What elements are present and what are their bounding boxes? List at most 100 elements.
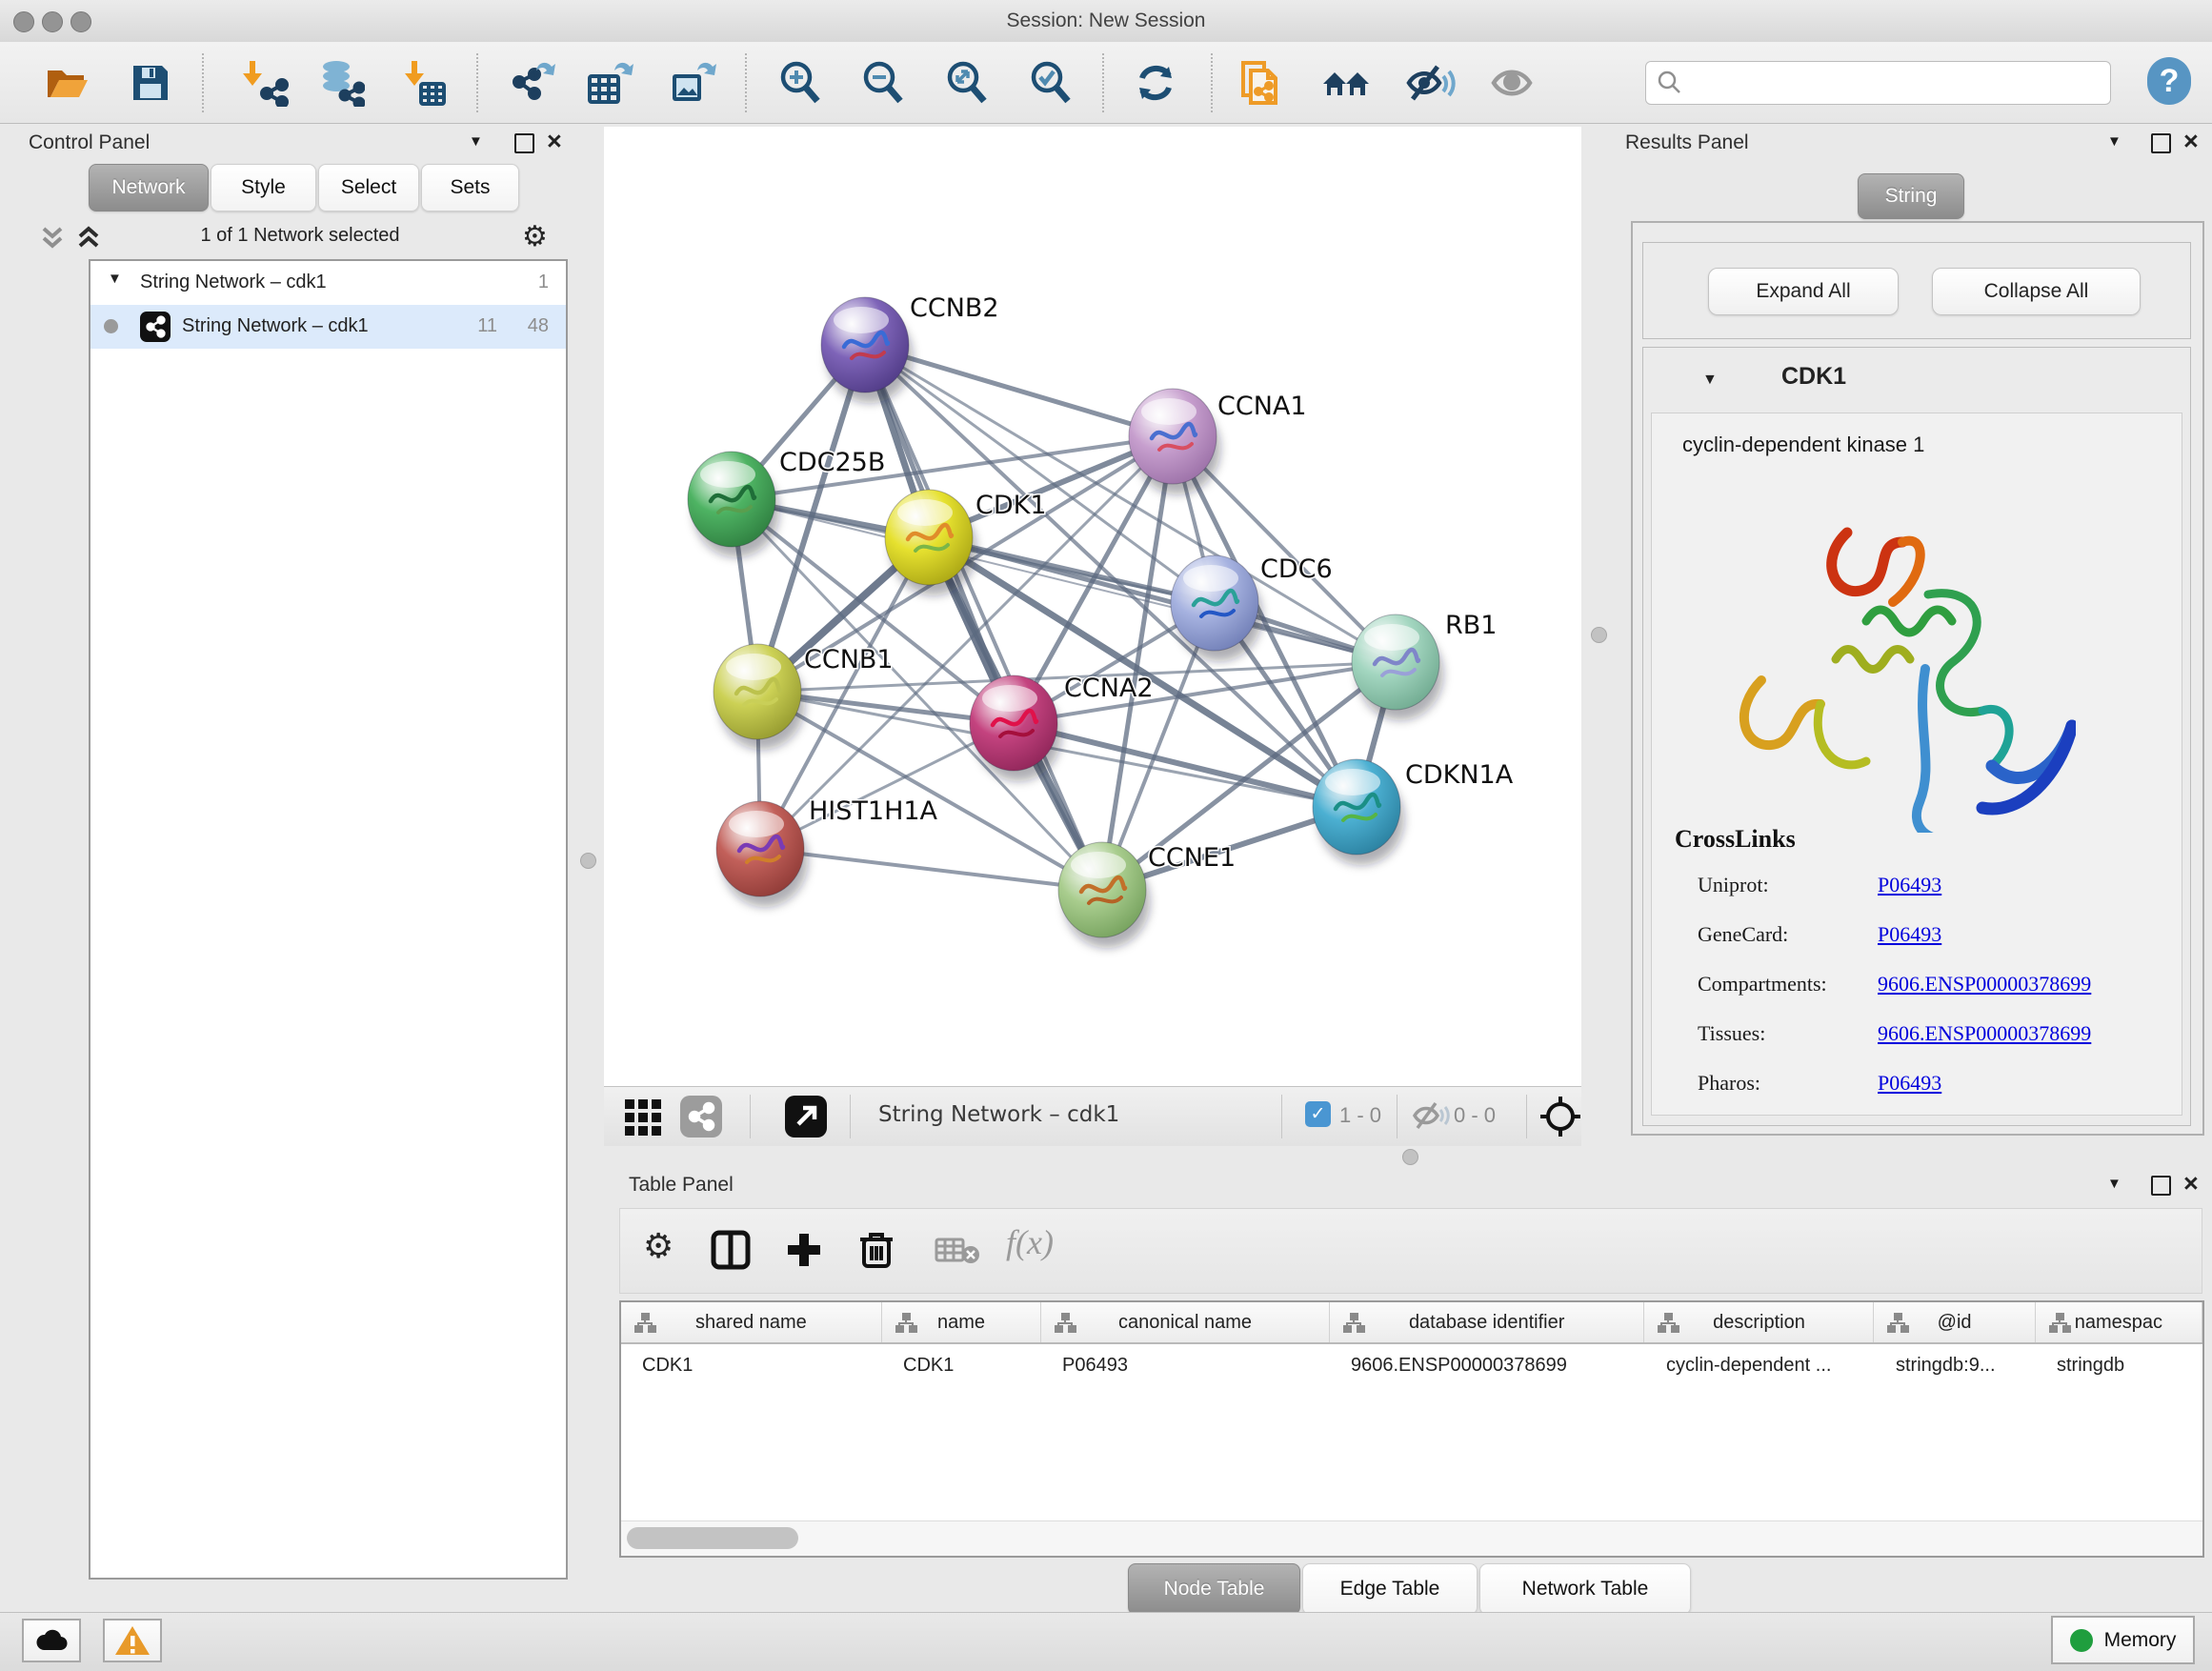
zoom-out-icon[interactable]: [859, 59, 907, 107]
column-header-database-identifier[interactable]: database identifier: [1330, 1302, 1645, 1342]
selected-nodes-checkbox-icon[interactable]: ✓: [1305, 1101, 1331, 1127]
table-cell[interactable]: stringdb:9...: [1875, 1344, 2036, 1386]
results-panel-collapse-icon[interactable]: ▼: [2107, 133, 2122, 150]
network-node-hist1h1a[interactable]: HIST1H1A: [716, 796, 938, 907]
table-panel-close-icon[interactable]: ×: [2183, 1169, 2199, 1198]
table-horizontal-scrollbar[interactable]: [621, 1520, 2202, 1556]
column-type-icon: [633, 1311, 657, 1334]
export-network-icon[interactable]: [510, 59, 557, 107]
zoom-selected-icon[interactable]: [1027, 59, 1075, 107]
table-header-row[interactable]: shared namenamecanonical namedatabase id…: [621, 1302, 2202, 1344]
table-settings-gear-icon[interactable]: ⚙: [643, 1230, 674, 1264]
help-button[interactable]: ?: [2147, 57, 2191, 105]
network-canvas[interactable]: CCNB2CCNA1CDC25BCDK1CDC6RB1CCNB1CCNA2CDK…: [604, 127, 1581, 1086]
left-splitter-handle[interactable]: [580, 853, 596, 869]
table-panel-collapse-icon[interactable]: ▼: [2107, 1176, 2122, 1192]
network-node-cdc6[interactable]: CDC6: [1171, 554, 1333, 661]
table-cell[interactable]: 9606.ENSP00000378699: [1330, 1344, 1645, 1386]
right-splitter-handle[interactable]: [1591, 627, 1607, 643]
crosslink-label: Compartments:: [1698, 972, 1827, 997]
node-label-ccna2: CCNA2: [1064, 674, 1154, 703]
tab-network-table[interactable]: Network Table: [1479, 1563, 1691, 1615]
bottom-splitter-handle[interactable]: [1402, 1149, 1418, 1165]
import-table-icon[interactable]: [400, 59, 448, 107]
control-panel-collapse-icon[interactable]: ▼: [469, 133, 483, 150]
network-node-rb1[interactable]: RB1: [1352, 611, 1497, 720]
collapse-all-networks-icon[interactable]: [38, 223, 70, 258]
crosslink-link[interactable]: 9606.ENSP00000378699: [1878, 1021, 2091, 1046]
column-header-shared-name[interactable]: shared name: [621, 1302, 882, 1342]
tab-edge-table[interactable]: Edge Table: [1302, 1563, 1478, 1615]
results-panel-close-icon[interactable]: ×: [2183, 127, 2199, 156]
tab-sets[interactable]: Sets: [421, 164, 519, 211]
tab-string[interactable]: String: [1858, 173, 1964, 219]
zoom-in-icon[interactable]: [776, 59, 824, 107]
network-options-gear-icon[interactable]: ⚙: [522, 223, 548, 252]
toolbar-separator: [1397, 1095, 1398, 1138]
table-cell[interactable]: P06493: [1041, 1344, 1330, 1386]
column-header-namespac[interactable]: namespac: [2036, 1302, 2202, 1342]
tab-style[interactable]: Style: [211, 164, 316, 211]
network-node-ccna1[interactable]: CCNA1: [1129, 389, 1307, 494]
control-panel-close-icon[interactable]: ×: [547, 127, 562, 156]
table-row[interactable]: CDK1CDK1P064939606.ENSP00000378699cyclin…: [621, 1344, 2202, 1386]
toolbar-separator: [1102, 53, 1104, 112]
crosslink-link[interactable]: P06493: [1878, 922, 1941, 947]
results-panel-float-icon[interactable]: [2151, 133, 2171, 158]
table-cell[interactable]: CDK1: [621, 1344, 882, 1386]
network-row[interactable]: String Network – cdk1 11 48: [90, 305, 566, 349]
toolbar-separator: [476, 53, 478, 112]
copy-network-icon[interactable]: [1236, 59, 1283, 107]
memory-status-dot-icon: [2070, 1629, 2093, 1652]
column-header-canonical-name[interactable]: canonical name: [1041, 1302, 1330, 1342]
tab-network[interactable]: Network: [89, 164, 209, 211]
zoom-fit-icon[interactable]: [943, 59, 991, 107]
network-node-ccne1[interactable]: CCNE1: [1058, 842, 1236, 948]
tab-select[interactable]: Select: [318, 164, 419, 211]
export-image-icon[interactable]: [669, 59, 716, 107]
warning-status-button[interactable]: [103, 1619, 162, 1662]
cloud-status-button[interactable]: [22, 1619, 81, 1662]
expand-all-button[interactable]: Expand All: [1708, 268, 1899, 315]
network-node-ccnb1[interactable]: CCNB1: [714, 644, 894, 750]
network-share-view-icon[interactable]: [680, 1096, 722, 1142]
grid-view-icon[interactable]: [623, 1097, 663, 1140]
tab-node-table[interactable]: Node Table: [1128, 1563, 1300, 1615]
gene-collapse-icon[interactable]: ▼: [1702, 372, 1718, 389]
table-cell[interactable]: CDK1: [882, 1344, 1041, 1386]
column-header--id[interactable]: @id: [1874, 1302, 2035, 1342]
network-node-cdk1[interactable]: CDK1: [885, 490, 1047, 595]
column-header-description[interactable]: description: [1644, 1302, 1874, 1342]
memory-button[interactable]: Memory: [2051, 1616, 2195, 1664]
add-column-icon[interactable]: [784, 1230, 824, 1275]
search-input[interactable]: [1645, 61, 2111, 105]
network-collection-row[interactable]: ▼ String Network – cdk1 1: [90, 261, 566, 305]
scrollbar-thumb[interactable]: [627, 1527, 798, 1549]
birds-eye-view-icon[interactable]: [785, 1096, 827, 1142]
crosslink-link[interactable]: P06493: [1878, 1071, 1941, 1096]
import-network-icon[interactable]: [241, 59, 289, 107]
table-columns-icon[interactable]: [711, 1230, 751, 1275]
table-cell[interactable]: stringdb: [2036, 1344, 2202, 1386]
network-node-cdkn1a[interactable]: CDKN1A: [1313, 759, 1514, 865]
table-panel-float-icon[interactable]: [2151, 1176, 2171, 1200]
table-cell[interactable]: cyclin-dependent ...: [1645, 1344, 1875, 1386]
home-pages-icon[interactable]: [1321, 59, 1369, 107]
column-header-name[interactable]: name: [882, 1302, 1041, 1342]
crosslink-link[interactable]: 9606.ENSP00000378699: [1878, 972, 2091, 997]
collection-expand-icon[interactable]: ▼: [108, 271, 122, 287]
refresh-icon[interactable]: [1132, 59, 1179, 107]
crosslink-link[interactable]: P06493: [1878, 873, 1941, 897]
hide-selected-eye-icon[interactable]: [1405, 59, 1453, 107]
save-session-icon[interactable]: [127, 59, 174, 107]
open-session-icon[interactable]: [43, 59, 90, 107]
export-table-icon[interactable]: [586, 59, 633, 107]
control-panel-float-icon[interactable]: [514, 133, 534, 158]
delete-column-trash-icon[interactable]: [856, 1228, 896, 1275]
fit-selection-crosshair-icon[interactable]: [1538, 1095, 1582, 1143]
toolbar-separator: [745, 53, 747, 112]
collapse-all-button[interactable]: Collapse All: [1932, 268, 2141, 315]
import-network-from-database-icon[interactable]: [317, 59, 365, 107]
node-label-ccnb1: CCNB1: [804, 645, 894, 674]
expand-all-networks-icon[interactable]: [74, 223, 107, 258]
